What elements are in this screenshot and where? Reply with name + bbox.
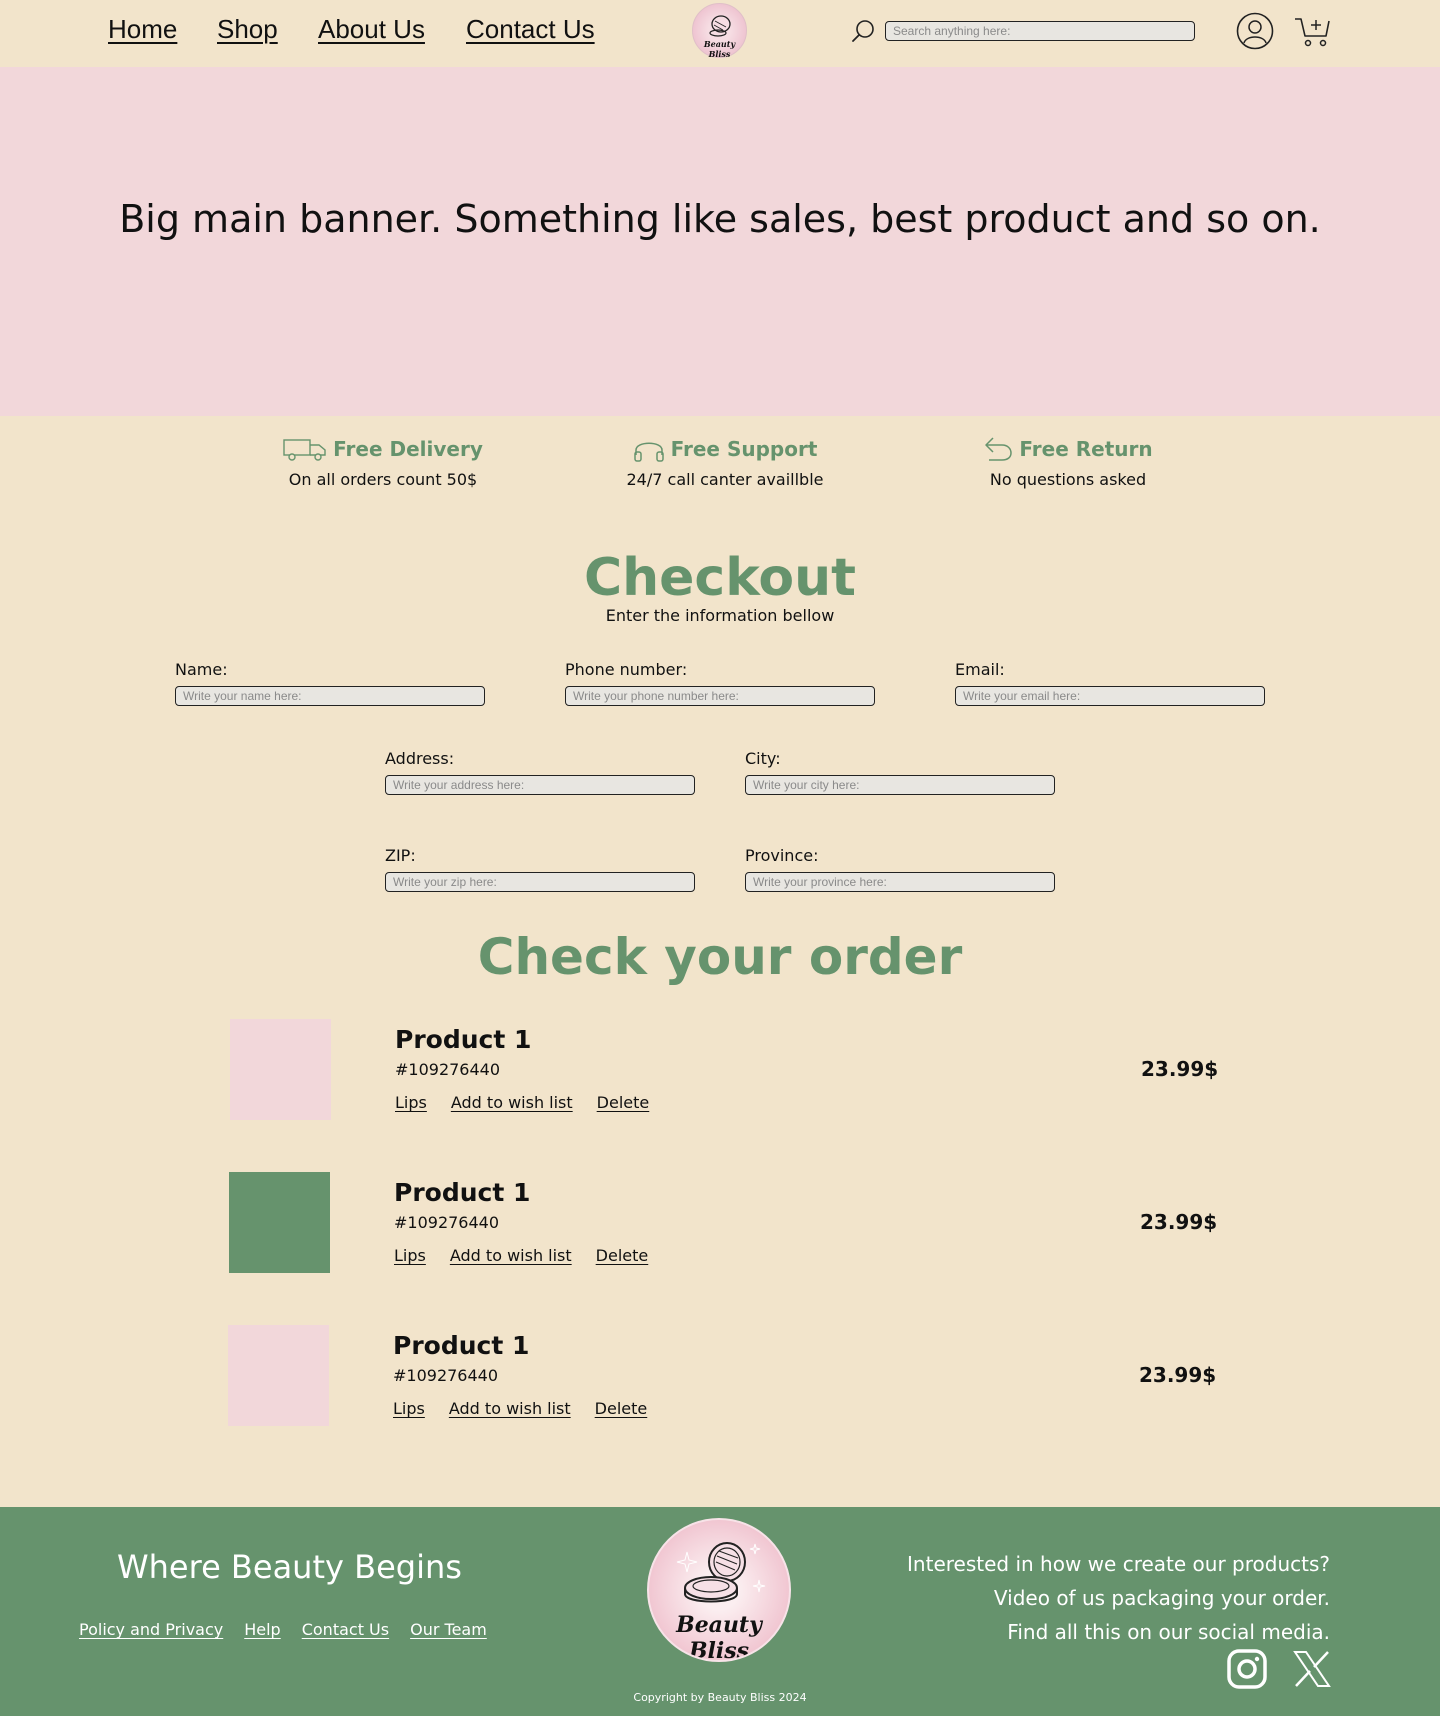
product-name: Product 1: [393, 1331, 530, 1360]
product-category-link[interactable]: Lips: [394, 1246, 426, 1265]
feature-subtitle: 24/7 call canter availlble: [626, 470, 824, 489]
instagram-icon[interactable]: [1227, 1649, 1267, 1689]
copyright-text: Copyright by Beauty Bliss 2024: [633, 1691, 807, 1704]
nav-shop-link[interactable]: Shop: [217, 14, 278, 45]
city-input[interactable]: [745, 775, 1055, 795]
checkout-subtitle: Enter the information bellow: [605, 606, 835, 625]
banner-text: Big main banner. Something like sales, b…: [119, 197, 1321, 241]
name-input[interactable]: [175, 686, 485, 706]
footer-links: Policy and Privacy Help Contact Us Our T…: [79, 1620, 487, 1639]
checkout-title: Checkout: [583, 548, 857, 608]
order-item: Product 1 #109276440 Lips Add to wish li…: [0, 1172, 1440, 1273]
product-category-link[interactable]: Lips: [395, 1093, 427, 1112]
name-label: Name:: [175, 660, 228, 679]
search-input[interactable]: [885, 21, 1195, 41]
email-field-group: Email:: [955, 660, 1265, 706]
add-to-wishlist-link[interactable]: Add to wish list: [449, 1399, 571, 1418]
social-line: Video of us packaging your order.: [993, 1586, 1330, 1610]
truck-icon: [283, 439, 326, 461]
email-label: Email:: [955, 660, 1005, 679]
our-team-link[interactable]: Our Team: [410, 1620, 487, 1639]
feature-free-support: Free Support 24/7 call canter availlble: [575, 434, 875, 489]
order-title: Check your order: [477, 928, 963, 986]
delete-item-link[interactable]: Delete: [595, 1399, 648, 1418]
province-field-group: Province:: [745, 846, 1055, 892]
social-line: Find all this on our social media.: [1007, 1620, 1330, 1644]
add-to-wishlist-link[interactable]: Add to wish list: [451, 1093, 573, 1112]
product-category-link[interactable]: Lips: [393, 1399, 425, 1418]
add-to-wishlist-link[interactable]: Add to wish list: [450, 1246, 572, 1265]
order-item: Product 1 #109276440 Lips Add to wish li…: [0, 1325, 1440, 1426]
city-label: City:: [745, 749, 781, 768]
province-label: Province:: [745, 846, 819, 865]
footer-logo[interactable]: Beauty Bliss: [647, 1518, 791, 1662]
footer-contact-link[interactable]: Contact Us: [302, 1620, 389, 1639]
footer-social-text: Interested in how we create our products…: [907, 1547, 1330, 1649]
delete-item-link[interactable]: Delete: [597, 1093, 650, 1112]
product-sku: #109276440: [395, 1060, 501, 1079]
order-item: Product 1 #109276440 Lips Add to wish li…: [0, 1019, 1440, 1120]
address-input[interactable]: [385, 775, 695, 795]
zip-label: ZIP:: [385, 846, 416, 865]
zip-input[interactable]: [385, 872, 695, 892]
delete-item-link[interactable]: Delete: [596, 1246, 649, 1265]
feature-free-return: Free Return No questions asked: [918, 434, 1218, 489]
address-field-group: Address:: [385, 749, 695, 795]
nav-about-link[interactable]: About Us: [318, 14, 425, 45]
headphones-icon: [633, 442, 664, 462]
product-price: 23.99$: [1139, 1363, 1217, 1387]
phone-label: Phone number:: [565, 660, 688, 679]
social-line: Interested in how we create our products…: [907, 1552, 1330, 1576]
return-arrow-icon: [985, 437, 1013, 461]
address-label: Address:: [385, 749, 455, 768]
feature-title: Free Return: [1019, 437, 1153, 461]
footer-tagline: Where Beauty Begins: [117, 1548, 462, 1586]
header-logo[interactable]: Beauty Bliss: [692, 3, 747, 59]
email-input[interactable]: [955, 686, 1265, 706]
product-name: Product 1: [394, 1178, 531, 1207]
site-footer: Where Beauty Begins Policy and Privacy H…: [0, 1507, 1440, 1716]
phone-input[interactable]: [565, 686, 875, 706]
product-thumbnail[interactable]: [228, 1325, 329, 1426]
phone-field-group: Phone number:: [565, 660, 875, 706]
feature-title: Free Delivery: [333, 437, 483, 461]
city-field-group: City:: [745, 749, 1055, 795]
product-sku: #109276440: [393, 1366, 499, 1385]
header-logo-text: Beauty Bliss: [703, 39, 736, 59]
feature-free-delivery: Free Delivery On all orders count 50$: [233, 434, 533, 489]
feature-title: Free Support: [670, 437, 818, 461]
main-banner[interactable]: Big main banner. Something like sales, b…: [0, 67, 1440, 416]
name-field-group: Name:: [175, 660, 485, 706]
search-icon[interactable]: [850, 18, 876, 44]
x-icon[interactable]: [1292, 1649, 1332, 1689]
feature-subtitle: No questions asked: [989, 470, 1147, 489]
cart-icon[interactable]: [1293, 14, 1333, 48]
product-price: 23.99$: [1140, 1210, 1218, 1234]
zip-field-group: ZIP:: [385, 846, 695, 892]
province-input[interactable]: [745, 872, 1055, 892]
footer-logo-text: Beauty Bliss: [676, 1612, 762, 1662]
product-price: 23.99$: [1141, 1057, 1219, 1081]
nav-home-link[interactable]: Home: [108, 14, 177, 45]
product-thumbnail[interactable]: [230, 1019, 331, 1120]
help-link[interactable]: Help: [244, 1620, 280, 1639]
policy-privacy-link[interactable]: Policy and Privacy: [79, 1620, 223, 1639]
feature-subtitle: On all orders count 50$: [288, 470, 478, 489]
product-name: Product 1: [395, 1025, 532, 1054]
user-account-icon[interactable]: [1236, 12, 1274, 50]
site-header: Home Shop About Us Contact Us Beauty Bli…: [0, 0, 1440, 67]
nav-contact-link[interactable]: Contact Us: [466, 14, 595, 45]
product-sku: #109276440: [394, 1213, 500, 1232]
product-thumbnail[interactable]: [229, 1172, 330, 1273]
